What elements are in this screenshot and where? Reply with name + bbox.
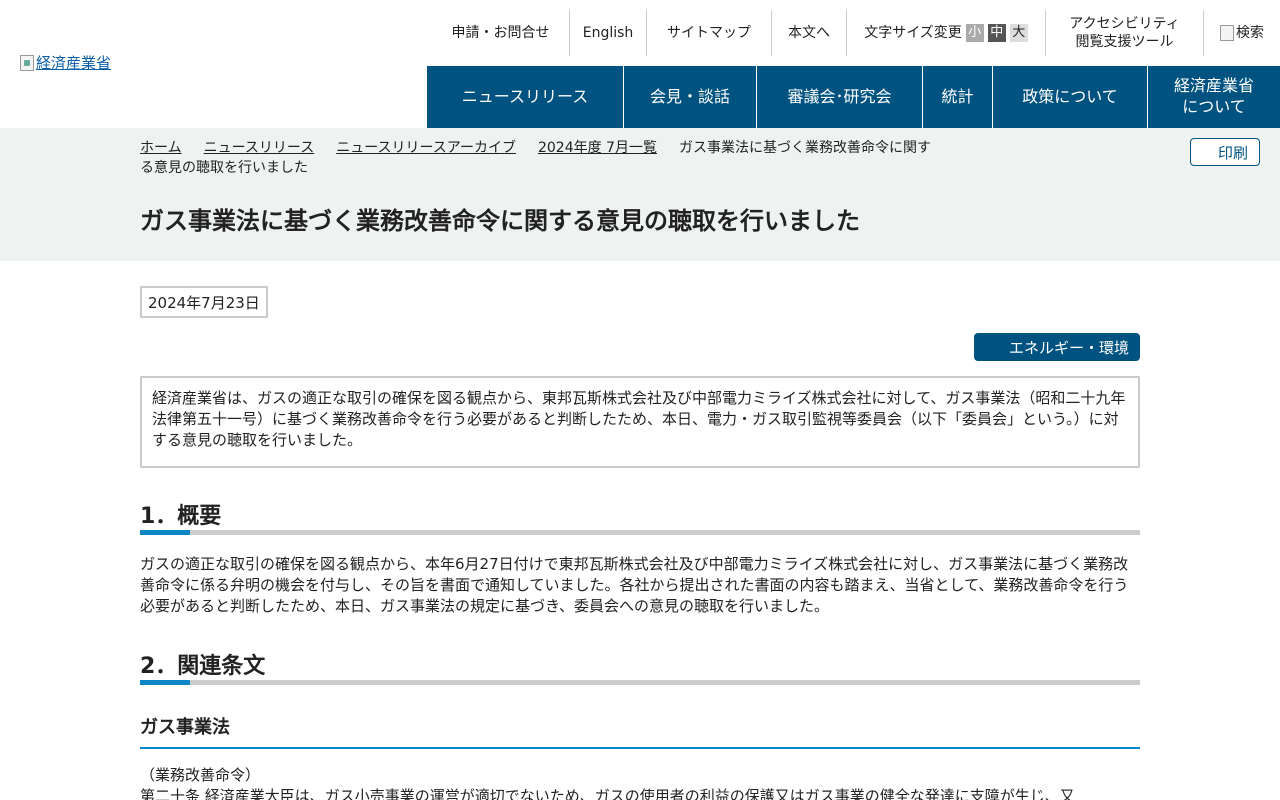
section-heading-overview: 1．概要 [140, 498, 1140, 535]
contact-label: 申請・お問合せ [451, 24, 550, 41]
global-nav: ニュースリリース 会見・談話 審議会･研究会 統計 政策について 経済産業省 に… [427, 66, 1280, 128]
search-label: 検索 [1236, 24, 1264, 41]
english-label: English [582, 24, 634, 41]
sitemap-label: サイトマップ [667, 24, 751, 41]
title-band: ホーム ニュースリリース ニュースリリースアーカイブ 2024年度 7月一覧ガス事業法… [0, 128, 1280, 261]
law-title: ガス事業法 [140, 713, 1140, 749]
article-block: （業務改善命令） 第二十条 経済産業大臣は、ガス小売事業の運営が適切でないため、… [140, 765, 1140, 800]
breadcrumb-month[interactable]: 2024年度 7月一覧 [538, 140, 657, 156]
accessibility-sublabel: 閲覧支援ツール [1075, 34, 1174, 50]
utility-nav: 申請・お問合せ English サイトマップ 本文へ 文字サイズ変更 小 中 大… [432, 10, 1280, 56]
gnav-about-sublabel: について [1182, 97, 1246, 116]
contact-link[interactable]: 申請・お問合せ [432, 10, 570, 56]
article-text: 第二十条 経済産業大臣は、ガス小売事業の運営が適切でないため、ガスの使用者の利益… [140, 787, 1075, 800]
print-button[interactable]: 印刷 [1190, 138, 1260, 166]
breadcrumb-news[interactable]: ニュースリリース [204, 140, 315, 156]
gnav-shingikai[interactable]: 審議会･研究会 [757, 66, 923, 128]
category-tag-label: エネルギー・環境 [1008, 338, 1129, 357]
section-heading-related-articles: 2．関連条文 [140, 648, 1140, 685]
gnav-shingikai-label: 審議会･研究会 [787, 86, 892, 106]
heading-underline [140, 530, 1140, 535]
font-size-medium-button[interactable]: 中 [987, 24, 1006, 42]
gnav-seisaku-label: 政策について [1022, 86, 1118, 106]
font-size-small-button[interactable]: 小 [965, 24, 984, 42]
heading-underline-accent [140, 530, 190, 535]
publish-date: 2024年7月23日 [140, 286, 268, 318]
gnav-kaiken[interactable]: 会見・談話 [624, 66, 757, 128]
article-caption: （業務改善命令） [140, 766, 261, 784]
section-heading-overview-text: 1．概要 [140, 504, 222, 529]
font-size-large-button[interactable]: 大 [1009, 24, 1028, 42]
gnav-kaiken-label: 会見・談話 [649, 86, 730, 106]
font-size-label: 文字サイズ変更 [864, 24, 962, 41]
heading-underline-accent [140, 680, 190, 685]
meti-logo[interactable]: 経済産業省 [20, 52, 111, 73]
logo-alt-text: 経済産業省 [36, 54, 112, 72]
page-title: ガス事業法に基づく業務改善命令に関する意見の聴取を行いました [140, 207, 860, 235]
category-tag[interactable]: エネルギー・環境 [974, 333, 1140, 361]
overview-paragraph: ガスの適正な取引の確保を図る観点から、本年6月27日付けで東邦瓦斯株式会社及び中… [140, 555, 1129, 615]
heading-underline [140, 680, 1140, 685]
font-size-switcher: 文字サイズ変更 小 中 大 [847, 10, 1046, 56]
search-icon [1220, 25, 1234, 41]
accessibility-label: アクセシビリティ [1069, 15, 1180, 32]
sitemap-link[interactable]: サイトマップ [647, 10, 772, 56]
gnav-about-label: 経済産業省 [1173, 76, 1254, 96]
accessibility-tool-link[interactable]: アクセシビリティ 閲覧支援ツール [1046, 10, 1204, 56]
breadcrumb: ホーム ニュースリリース ニュースリリースアーカイブ 2024年度 7月一覧 ガス事業法… [140, 138, 940, 178]
search-button[interactable]: 検索 [1204, 10, 1280, 56]
breadcrumb-archive[interactable]: ニュースリリースアーカイブ [336, 140, 516, 156]
english-link[interactable]: English [570, 10, 647, 56]
print-label: 印刷 [1217, 143, 1248, 162]
gnav-news-label: ニュースリリース [461, 86, 589, 106]
gnav-seisaku[interactable]: 政策について [993, 66, 1148, 128]
skip-label: 本文へ [788, 24, 830, 41]
skip-to-content-link[interactable]: 本文へ [772, 10, 847, 56]
lead-summary: 経済産業省は、ガスの適正な取引の確保を図る観点から、東邦瓦斯株式会社及び中部電力… [140, 376, 1140, 468]
gnav-toukei[interactable]: 統計 [923, 66, 993, 128]
gnav-toukei-label: 統計 [941, 86, 974, 106]
section-heading-related-text: 2．関連条文 [140, 654, 266, 679]
gnav-news[interactable]: ニュースリリース [427, 66, 624, 128]
gnav-about[interactable]: 経済産業省 について [1148, 66, 1280, 128]
broken-image-icon [20, 54, 34, 71]
breadcrumb-home[interactable]: ホーム [140, 140, 182, 156]
